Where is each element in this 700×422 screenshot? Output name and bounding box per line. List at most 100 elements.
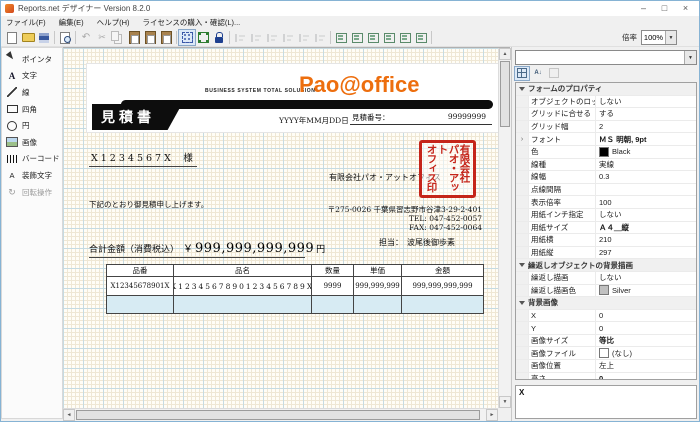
- tool-ornament-text[interactable]: A装飾文字: [2, 167, 62, 184]
- save-icon[interactable]: [36, 30, 52, 45]
- table-cell[interactable]: X1234567890123456789X: [174, 277, 312, 296]
- object-selector[interactable]: ▼: [515, 50, 697, 65]
- property-row[interactable]: 画像位置左上: [516, 360, 696, 373]
- property-row[interactable]: X0: [516, 310, 696, 323]
- menu-item-3[interactable]: ライセンスの購入・確認(L)...: [143, 17, 241, 28]
- property-value[interactable]: しない: [596, 96, 696, 108]
- space-evenly-vertical-icon[interactable]: [397, 30, 413, 45]
- property-value[interactable]: 0: [596, 310, 696, 322]
- table-cell[interactable]: [107, 296, 174, 314]
- fit-to-grid-icon[interactable]: [413, 30, 429, 45]
- design-page[interactable]: BUSINESS SYSTEM TOTAL SOLUSION Pao@offic…: [63, 48, 498, 408]
- paste-icon[interactable]: [126, 30, 142, 45]
- paste-format-icon[interactable]: [142, 30, 158, 45]
- property-row[interactable]: 用紙横210: [516, 234, 696, 247]
- property-row[interactable]: 用紙縦297: [516, 247, 696, 260]
- table-cell[interactable]: [402, 296, 484, 314]
- property-row[interactable]: オブジェクトのロックしない: [516, 96, 696, 109]
- tool-circle[interactable]: 円: [2, 117, 62, 134]
- tool-pointer[interactable]: ポインタ: [2, 51, 62, 68]
- property-value[interactable]: 100: [596, 196, 696, 208]
- space-evenly-horizontal-icon[interactable]: [381, 30, 397, 45]
- table-cell[interactable]: [312, 296, 354, 314]
- property-value[interactable]: 等比: [596, 335, 696, 347]
- property-row[interactable]: 線幅0.3: [516, 171, 696, 184]
- table-cell[interactable]: 999,999,999: [354, 277, 402, 296]
- same-height-icon[interactable]: [349, 30, 365, 45]
- estimate-number-line[interactable]: 見積番号： 99999999: [350, 112, 492, 125]
- property-value[interactable]: 210: [596, 234, 696, 246]
- property-row[interactable]: 繰返し描画しない: [516, 272, 696, 285]
- property-value[interactable]: ＭＳ 明朝, 9pt: [596, 133, 696, 145]
- item-table[interactable]: 品番品名数量単価金額X12345678901XX1234567890123456…: [106, 264, 484, 314]
- property-value[interactable]: しない: [596, 209, 696, 221]
- property-row[interactable]: グリッド幅2: [516, 121, 696, 134]
- chevron-down-icon[interactable]: ▼: [665, 31, 676, 44]
- scroll-up-icon[interactable]: ▲: [499, 48, 511, 60]
- property-row[interactable]: 用紙サイズＡ４＿縦: [516, 222, 696, 235]
- document-title-box[interactable]: 見積書: [92, 104, 182, 130]
- chevron-down-icon[interactable]: ▼: [684, 51, 696, 64]
- categorized-icon[interactable]: [515, 67, 529, 80]
- table-cell[interactable]: X12345678901X: [107, 277, 174, 296]
- property-row[interactable]: 表示倍率100: [516, 196, 696, 209]
- greeting-text[interactable]: 下記のとおり御見積申し上げます。: [89, 199, 208, 210]
- property-row[interactable]: Y0: [516, 322, 696, 335]
- tool-text[interactable]: A文字: [2, 68, 62, 85]
- property-value[interactable]: Silver: [596, 285, 696, 297]
- table-cell[interactable]: [354, 296, 402, 314]
- tool-rect[interactable]: 四角: [2, 101, 62, 118]
- property-row[interactable]: グリッドに合せるする: [516, 108, 696, 121]
- property-value[interactable]: Ａ４＿縦: [596, 222, 696, 234]
- minimize-button[interactable]: –: [634, 2, 653, 15]
- tool-line[interactable]: 線: [2, 84, 62, 101]
- tool-image[interactable]: 画像: [2, 134, 62, 151]
- same-width-icon[interactable]: [333, 30, 349, 45]
- table-cell[interactable]: [174, 296, 312, 314]
- property-value[interactable]: 0.3: [596, 171, 696, 183]
- paste-special-icon[interactable]: [158, 30, 174, 45]
- property-row[interactable]: 色Black: [516, 146, 696, 159]
- property-value[interactable]: しない: [596, 272, 696, 284]
- company-seal-image[interactable]: 有限会社 パオ・アット オフィス印: [419, 140, 476, 198]
- property-row[interactable]: ›フォントＭＳ 明朝, 9pt: [516, 133, 696, 146]
- property-value[interactable]: 297: [596, 247, 696, 259]
- lock-icon[interactable]: [211, 30, 227, 45]
- property-row[interactable]: 画像ファイル(なし): [516, 347, 696, 360]
- grid-snap-icon[interactable]: [179, 30, 195, 45]
- property-value[interactable]: 実線: [596, 159, 696, 171]
- total-amount-line[interactable]: 合計金額（消費税込） ￥ 999,999,999,999 円: [89, 240, 305, 258]
- vertical-scrollbar[interactable]: ▲ ▼: [498, 48, 510, 408]
- tool-barcode[interactable]: バーコード: [2, 151, 62, 168]
- close-button[interactable]: ×: [676, 2, 695, 15]
- property-value[interactable]: する: [596, 108, 696, 120]
- selection-handles-icon[interactable]: [195, 30, 211, 45]
- property-category[interactable]: 背景画像: [516, 297, 696, 310]
- table-cell[interactable]: 999,999,999,999: [402, 277, 484, 296]
- horizontal-scroll-thumb[interactable]: [76, 410, 480, 420]
- property-value[interactable]: [596, 184, 696, 196]
- scroll-right-icon[interactable]: ►: [486, 409, 498, 421]
- staff-field[interactable]: 担当： 波尾後御歩素: [379, 237, 455, 248]
- date-field[interactable]: YYYY年MM月DD日: [279, 115, 349, 126]
- property-row[interactable]: 点線間隔: [516, 184, 696, 197]
- property-value[interactable]: 2: [596, 121, 696, 133]
- same-size-icon[interactable]: [365, 30, 381, 45]
- customer-name-field[interactable]: X1234567X 様: [89, 150, 197, 167]
- property-row[interactable]: 画像サイズ等比: [516, 335, 696, 348]
- property-row[interactable]: 高さ0: [516, 373, 696, 380]
- horizontal-scrollbar[interactable]: ◄ ►: [63, 408, 498, 420]
- property-category[interactable]: フォームのプロパティ: [516, 83, 696, 96]
- open-file-icon[interactable]: [20, 30, 36, 45]
- property-value[interactable]: 0: [596, 322, 696, 334]
- property-row[interactable]: 用紙インチ指定しない: [516, 209, 696, 222]
- vertical-scroll-thumb[interactable]: [500, 61, 510, 127]
- alphabetical-sort-icon[interactable]: A↓: [531, 67, 545, 80]
- form-header-image[interactable]: BUSINESS SYSTEM TOTAL SOLUSION Pao@offic…: [87, 64, 498, 132]
- menu-item-1[interactable]: 編集(E): [59, 17, 84, 28]
- menu-item-0[interactable]: ファイル(F): [6, 17, 46, 28]
- maximize-button[interactable]: □: [655, 2, 674, 15]
- property-value[interactable]: Black: [596, 146, 696, 158]
- property-value[interactable]: 0: [596, 373, 696, 380]
- menu-item-2[interactable]: ヘルプ(H): [97, 17, 130, 28]
